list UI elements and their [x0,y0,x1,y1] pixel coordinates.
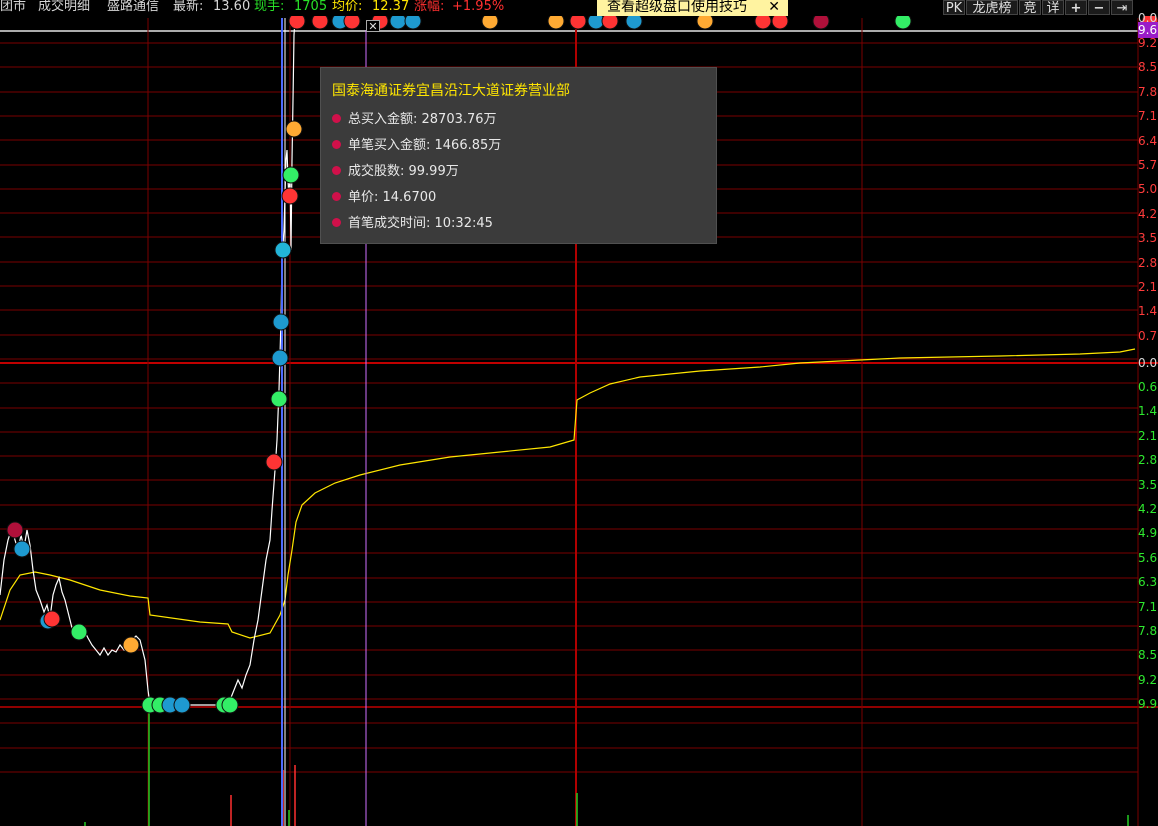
tooltip-first-trade-time: 首笔成交时间: 10:32:45 [332,212,493,231]
axis-tick-label: 2.8 [1138,453,1158,468]
trade-marker-dot[interactable] [6,521,24,539]
tips-button-label: 查看超级盘口使用技巧 [607,0,747,15]
axis-tick-label: 5.7 [1138,158,1158,172]
axis-tick-label: 6.4 [1138,133,1158,148]
volume-bars [84,710,1129,826]
tooltip-unit-price: 单价: 14.6700 [332,186,436,205]
bullet-icon [332,166,341,175]
axis-tick-label: 8.5 [1138,60,1158,75]
dragon-tiger-list-button[interactable]: 龙虎榜 [966,0,1018,16]
trade-marker-dot[interactable] [282,166,300,184]
exit-panel-icon[interactable]: ⇥ [1111,0,1133,16]
tooltip-shares: 成交股数: 99.99万 [332,160,459,179]
super-order-tips-button[interactable]: 查看超级盘口使用技巧 ✕ [597,0,788,16]
broker-tooltip: 国泰海通证券宜昌沿江大道证券营业部 总买入金额: 28703.76万 单笔买入金… [320,67,717,244]
pk-button[interactable]: PK [943,0,965,16]
bullet-icon [332,114,341,123]
change-value: +1.95% [452,0,505,14]
close-icon[interactable]: ✕ [366,20,380,32]
axis-tick-label: 3.5 [1138,231,1158,246]
current-volume-label: 现手: [254,0,285,14]
axis-tick-label: 8.5 [1138,648,1158,663]
axis-tick-label: 9.2 [1138,672,1158,687]
axis-tick-label: 4.2 [1138,206,1158,221]
tooltip-total-buy: 总买入金额: 28703.76万 [332,108,497,127]
axis-tick-label: 7.8 [1138,84,1158,99]
axis-tick-label: 2.8 [1138,255,1158,270]
close-icon[interactable]: ✕ [768,0,780,15]
zoom-in-icon[interactable]: + [1065,0,1087,16]
trade-marker-dot[interactable] [272,313,290,331]
auction-button[interactable]: 竞 [1019,0,1041,16]
axis-tick-label: 6.3 [1138,575,1158,590]
axis-tick-label: 2.1 [1138,280,1158,294]
trade-marker-dot[interactable] [274,241,292,259]
axis-tick-label: 5.6 [1138,550,1158,565]
trade-marker-dot[interactable] [173,696,191,714]
axis-tick-label: 4.9 [1138,526,1158,541]
detail-button[interactable]: 详 [1042,0,1064,16]
axis-tick-label: 7.1 [1138,599,1158,614]
trade-marker-dot[interactable] [285,120,303,138]
average-price-value: 12.37 [372,0,410,14]
axis-tick-label: 9.9 [1138,697,1158,712]
axis-tick-label: 7.1 [1138,109,1158,124]
change-label: 涨幅: [414,0,445,14]
trade-marker-dot[interactable] [281,187,299,205]
tab-trade-detail[interactable]: 成交明细 [38,0,90,15]
axis-tick-label: 3.5 [1138,477,1158,492]
axis-tick-label: 7.8 [1138,624,1158,638]
tooltip-title: 国泰海通证券宜昌沿江大道证券营业部 [332,83,570,99]
trade-marker-dot[interactable] [43,610,61,628]
average-price-line [0,348,1136,639]
trade-marker-dot[interactable] [270,390,288,408]
trade-marker-dot[interactable] [265,453,283,471]
zoom-out-icon[interactable]: − [1088,0,1110,16]
axis-tick-label: 9.2 [1138,36,1158,50]
axis-tick-label: 0.7 [1138,328,1158,343]
axis-tick-label: 5.0 [1138,182,1158,197]
trade-marker-dot[interactable] [13,540,31,558]
latest-price-label: 最新: [173,0,204,14]
axis-tick-label: 4.2 [1138,502,1158,516]
trade-marker-dot[interactable] [221,696,239,714]
bullet-icon [332,192,341,201]
axis-tick-label: 1.4 [1138,404,1158,419]
axis-tick-label: 1.4 [1138,304,1158,319]
trade-marker-dot[interactable] [271,349,289,367]
bullet-icon [332,140,341,149]
stock-name: 盛路通信 [107,0,160,14]
bullet-icon [332,218,341,227]
axis-tick-label: 2.1 [1138,428,1158,443]
current-volume-value: 1705 [294,0,328,14]
latest-price-value: 13.60 [213,0,251,14]
average-price-label: 均价: [332,0,363,14]
market-label[interactable]: 团市 [0,0,26,15]
axis-tick-label: 0.6 [1138,380,1158,394]
axis-tick-label: 0.0 [1138,356,1158,370]
trade-marker-dot[interactable] [122,636,140,654]
tooltip-single-buy: 单笔买入金额: 1466.85万 [332,134,501,153]
trade-marker-dot[interactable] [70,623,88,641]
